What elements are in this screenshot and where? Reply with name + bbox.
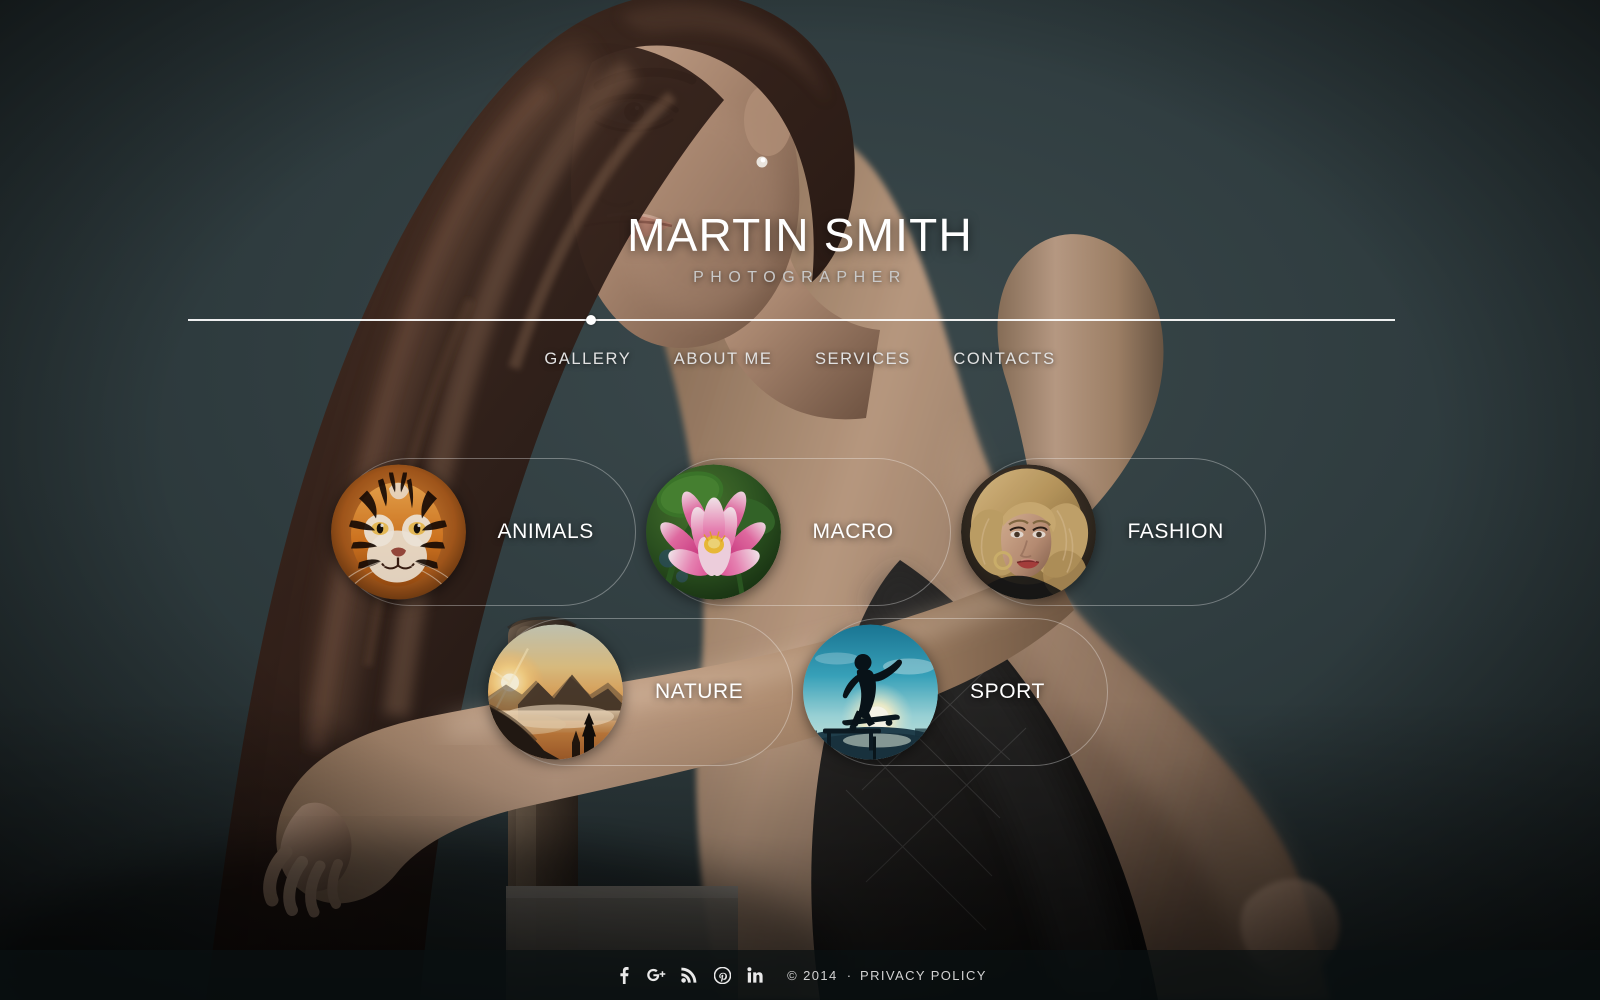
tiger-photo-icon xyxy=(330,464,466,600)
header-divider xyxy=(188,315,1395,325)
page-title: MARTIN SMITH xyxy=(627,209,973,261)
mountain-sunset-photo-icon xyxy=(488,624,623,760)
category-label: NATURE xyxy=(655,680,744,703)
privacy-policy-link[interactable]: PRIVACY POLICY xyxy=(860,968,987,983)
category-row-1: ANIMALS MACRO FASHION xyxy=(0,458,1600,606)
facebook-icon[interactable] xyxy=(613,965,633,985)
page-root: MARTIN SMITH PHOTOGRAPHER GALLERY ABOUT … xyxy=(0,0,1600,1000)
category-label: FASHION xyxy=(1127,520,1224,543)
category-label: ANIMALS xyxy=(497,520,594,543)
hero-header: MARTIN SMITH PHOTOGRAPHER xyxy=(0,0,1600,287)
category-macro[interactable]: MACRO xyxy=(645,458,951,606)
nav-item-gallery[interactable]: GALLERY xyxy=(544,350,631,369)
lotus-flower-photo-icon xyxy=(645,464,781,600)
category-fashion[interactable]: FASHION xyxy=(960,458,1266,606)
footer-content: © 2014 · PRIVACY POLICY xyxy=(613,965,987,985)
pinterest-icon[interactable] xyxy=(712,965,732,985)
site-footer: © 2014 · PRIVACY POLICY xyxy=(0,950,1600,1000)
google-plus-icon[interactable] xyxy=(646,965,666,985)
category-row-2: NATURE SPORT xyxy=(0,618,1600,766)
nav-item-contacts[interactable]: CONTACTS xyxy=(953,350,1055,369)
nav-item-about-me[interactable]: ABOUT ME xyxy=(674,350,773,369)
category-nature[interactable]: NATURE xyxy=(488,618,793,766)
nav-item-services[interactable]: SERVICES xyxy=(815,350,911,369)
category-sport[interactable]: SPORT xyxy=(803,618,1108,766)
divider-dot xyxy=(586,315,596,325)
category-label: MACRO xyxy=(812,520,894,543)
category-grid: ANIMALS MACRO FASHION NATURE SPORT xyxy=(0,458,1600,766)
page-subtitle: PHOTOGRAPHER xyxy=(693,269,907,286)
category-label: SPORT xyxy=(970,680,1045,703)
divider-line xyxy=(188,319,1395,321)
copyright-text: © 2014 xyxy=(787,967,838,983)
rss-icon[interactable] xyxy=(679,965,699,985)
footer-separator: · xyxy=(846,967,852,983)
linkedin-icon[interactable] xyxy=(745,965,765,985)
skateboarder-photo-icon xyxy=(803,624,938,760)
category-animals[interactable]: ANIMALS xyxy=(330,458,636,606)
social-links xyxy=(613,965,765,985)
main-navigation: GALLERY ABOUT ME SERVICES CONTACTS xyxy=(0,350,1600,369)
blonde-model-photo-icon xyxy=(960,464,1096,600)
